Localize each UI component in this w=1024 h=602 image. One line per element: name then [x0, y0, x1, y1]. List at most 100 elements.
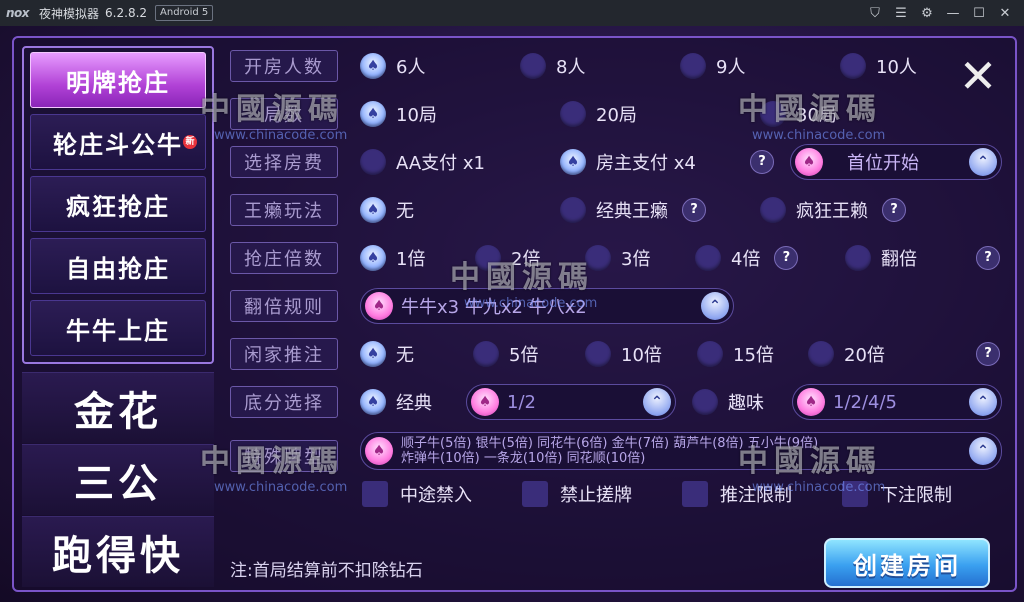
- option-3x[interactable]: 3倍: [585, 244, 650, 272]
- option-crazy-wild[interactable]: 疯狂王赖?: [760, 196, 906, 224]
- radio[interactable]: [475, 245, 501, 271]
- checkbox-bet-limit[interactable]: 下注限制: [842, 480, 952, 508]
- checkbox-no-midway-join[interactable]: 中途禁入: [362, 480, 472, 508]
- option-push-20[interactable]: 20倍: [808, 340, 885, 368]
- checkbox-push-limit[interactable]: 推注限制: [682, 480, 792, 508]
- help-icon[interactable]: ?: [976, 342, 1000, 366]
- help-icon[interactable]: ?: [882, 198, 906, 222]
- option-30-rounds[interactable]: 30局: [760, 100, 837, 128]
- radio-selected[interactable]: [360, 53, 386, 79]
- option-push-15[interactable]: 15倍: [697, 340, 774, 368]
- option-2x[interactable]: 2倍: [475, 244, 540, 272]
- option-10[interactable]: 10人: [840, 52, 917, 80]
- dropdown-value: 首位开始: [847, 153, 919, 174]
- android-badge: Android 5: [155, 5, 214, 21]
- option-push-5[interactable]: 5倍: [473, 340, 538, 368]
- option-10-rounds[interactable]: 10局: [360, 100, 437, 128]
- radio-selected[interactable]: [360, 389, 386, 415]
- radio[interactable]: [697, 341, 723, 367]
- gear-icon[interactable]: ⚙: [914, 6, 940, 21]
- tab-lunzhuang-dougongniu[interactable]: 轮庄斗公牛新: [30, 114, 206, 170]
- radio[interactable]: [560, 101, 586, 127]
- help-icon[interactable]: ?: [682, 198, 706, 222]
- radio-selected[interactable]: [360, 101, 386, 127]
- tab-niuniu-shangzhuang[interactable]: 牛牛上庄: [30, 300, 206, 356]
- option-push-none[interactable]: 无: [360, 340, 414, 368]
- dropdown-value: 牛牛x3 牛九x2 牛八x2: [401, 297, 587, 318]
- option-fun[interactable]: 趣味: [692, 388, 764, 416]
- checkbox-no-card-rub[interactable]: 禁止搓牌: [522, 480, 632, 508]
- radio-selected[interactable]: [560, 149, 586, 175]
- minimize-icon[interactable]: —: [940, 6, 966, 21]
- radio[interactable]: [695, 245, 721, 271]
- radio[interactable]: [473, 341, 499, 367]
- radio[interactable]: [692, 389, 718, 415]
- option-none[interactable]: 无: [360, 196, 414, 224]
- special-hands-dropdown[interactable]: 顺子牛(5倍) 银牛(5倍) 同花牛(6倍) 金牛(7倍) 葫芦牛(8倍) 五小…: [360, 432, 1002, 470]
- radio[interactable]: [845, 245, 871, 271]
- radio[interactable]: [560, 197, 586, 223]
- chevron-up-icon[interactable]: ⌃: [701, 292, 729, 320]
- tab-ziyou-qiangzhuang[interactable]: 自由抢庄: [30, 238, 206, 294]
- option-8[interactable]: 8人: [520, 52, 585, 80]
- multiplier-help[interactable]: ?: [976, 244, 1000, 272]
- option-4x[interactable]: 4倍?: [695, 244, 799, 272]
- radio[interactable]: [808, 341, 834, 367]
- radio-selected[interactable]: [360, 197, 386, 223]
- tab-mingpai-qiangzhuang[interactable]: 明牌抢庄: [30, 52, 206, 108]
- tab-sangong[interactable]: 三公: [22, 444, 214, 515]
- option-owner-pay[interactable]: 房主支付 x4: [560, 148, 696, 176]
- option-20-rounds[interactable]: 20局: [560, 100, 637, 128]
- option-double[interactable]: 翻倍: [845, 244, 917, 272]
- chevron-up-icon[interactable]: ⌃: [969, 437, 997, 465]
- checkbox[interactable]: [522, 481, 548, 507]
- row-label: 局数: [230, 98, 338, 130]
- row-player-push: 闲家推注 无 5倍 10倍 15倍 20倍 ?: [230, 334, 1010, 374]
- radio[interactable]: [680, 53, 706, 79]
- radio[interactable]: [760, 197, 786, 223]
- shirt-icon[interactable]: ⛉: [862, 6, 888, 21]
- help-icon[interactable]: ?: [976, 246, 1000, 270]
- help-icon[interactable]: ?: [750, 150, 774, 174]
- radio[interactable]: [585, 341, 611, 367]
- push-help[interactable]: ?: [976, 340, 1000, 368]
- radio[interactable]: [360, 149, 386, 175]
- option-label: 无: [396, 345, 414, 366]
- radio[interactable]: [840, 53, 866, 79]
- option-6[interactable]: 6人: [360, 52, 425, 80]
- option-label: 1倍: [396, 249, 426, 270]
- maximize-icon[interactable]: ☐: [966, 6, 992, 21]
- tab-paodekuai[interactable]: 跑得快: [22, 516, 214, 587]
- chevron-up-icon[interactable]: ⌃: [969, 388, 997, 416]
- checkbox[interactable]: [362, 481, 388, 507]
- menu-icon[interactable]: ☰: [888, 6, 914, 21]
- option-classic-wild[interactable]: 经典王癞?: [560, 196, 706, 224]
- app-version: 6.2.8.2: [105, 6, 148, 20]
- option-aa-pay[interactable]: AA支付 x1: [360, 148, 485, 176]
- tab-fengkuang-qiangzhuang[interactable]: 疯狂抢庄: [30, 176, 206, 232]
- option-9[interactable]: 9人: [680, 52, 745, 80]
- double-rule-dropdown[interactable]: 牛牛x3 牛九x2 牛八x2 ⌃: [360, 288, 734, 324]
- radio[interactable]: [760, 101, 786, 127]
- radio-selected[interactable]: [360, 341, 386, 367]
- chevron-up-icon[interactable]: ⌃: [969, 148, 997, 176]
- checkbox[interactable]: [682, 481, 708, 507]
- option-classic[interactable]: 经典: [360, 388, 432, 416]
- help-icon[interactable]: ?: [774, 246, 799, 270]
- radio-selected[interactable]: [360, 245, 386, 271]
- option-push-10[interactable]: 10倍: [585, 340, 662, 368]
- close-icon[interactable]: ✕: [992, 6, 1018, 21]
- classic-score-dropdown[interactable]: 1/2 ⌃: [466, 384, 676, 420]
- create-room-button[interactable]: 创建房间: [824, 538, 990, 588]
- start-select-dropdown[interactable]: 首位开始 ⌃: [790, 144, 1002, 180]
- fun-score-dropdown[interactable]: 1/2/4/5 ⌃: [792, 384, 1002, 420]
- checkbox[interactable]: [842, 481, 868, 507]
- tab-jinhua[interactable]: 金花: [22, 372, 214, 443]
- option-label: 经典王癞: [596, 201, 668, 222]
- radio[interactable]: [520, 53, 546, 79]
- option-1x[interactable]: 1倍: [360, 244, 425, 272]
- option-label: AA支付 x1: [396, 153, 485, 174]
- fee-help[interactable]: ?: [750, 148, 774, 176]
- chevron-up-icon[interactable]: ⌃: [643, 388, 671, 416]
- radio[interactable]: [585, 245, 611, 271]
